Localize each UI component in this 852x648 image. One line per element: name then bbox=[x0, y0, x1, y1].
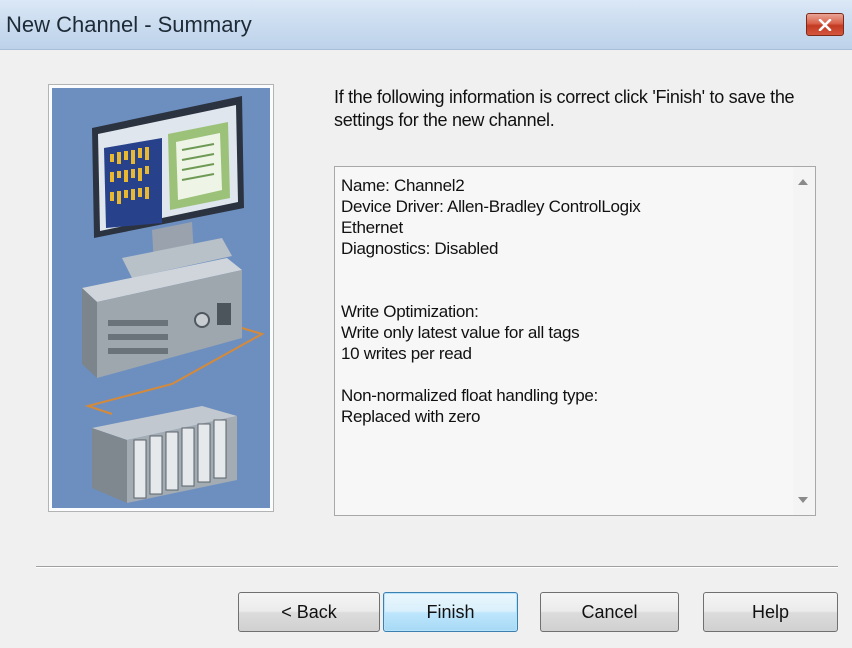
scroll-down-icon[interactable] bbox=[798, 497, 808, 503]
summary-text: Name: Channel2 Device Driver: Allen-Brad… bbox=[341, 175, 781, 427]
finish-button[interactable]: Finish bbox=[383, 592, 518, 632]
computer-plc-illustration bbox=[52, 88, 270, 508]
cancel-button[interactable]: Cancel bbox=[540, 592, 679, 632]
summary-line bbox=[341, 364, 781, 385]
wizard-illustration bbox=[48, 84, 274, 512]
close-icon bbox=[818, 18, 832, 31]
close-button[interactable] bbox=[806, 13, 844, 36]
help-button[interactable]: Help bbox=[703, 592, 838, 632]
summary-line: Replaced with zero bbox=[341, 407, 481, 426]
summary-line: Diagnostics: Disabled bbox=[341, 239, 499, 258]
summary-line: Write Optimization: bbox=[341, 302, 479, 321]
summary-line: Name: Channel2 bbox=[341, 176, 465, 195]
title-bar: New Channel - Summary bbox=[0, 0, 852, 50]
summary-line: 10 writes per read bbox=[341, 344, 472, 363]
summary-textbox[interactable]: Name: Channel2 Device Driver: Allen-Brad… bbox=[334, 166, 816, 516]
scroll-up-icon[interactable] bbox=[798, 179, 808, 185]
summary-line bbox=[341, 280, 781, 301]
summary-line: Write only latest value for all tags bbox=[341, 323, 580, 342]
button-separator bbox=[36, 566, 838, 568]
summary-line: Ethernet bbox=[341, 218, 403, 237]
window-title: New Channel - Summary bbox=[6, 12, 252, 37]
intro-instruction: If the following information is correct … bbox=[334, 87, 795, 130]
back-button[interactable]: < Back bbox=[238, 592, 380, 632]
summary-line: Non-normalized float handling type: bbox=[341, 386, 598, 405]
summary-line bbox=[341, 259, 781, 280]
summary-line: Device Driver: Allen-Bradley ControlLogi… bbox=[341, 197, 641, 216]
wizard-content: If the following information is correct … bbox=[0, 50, 852, 648]
summary-scrollbar[interactable] bbox=[793, 167, 815, 515]
